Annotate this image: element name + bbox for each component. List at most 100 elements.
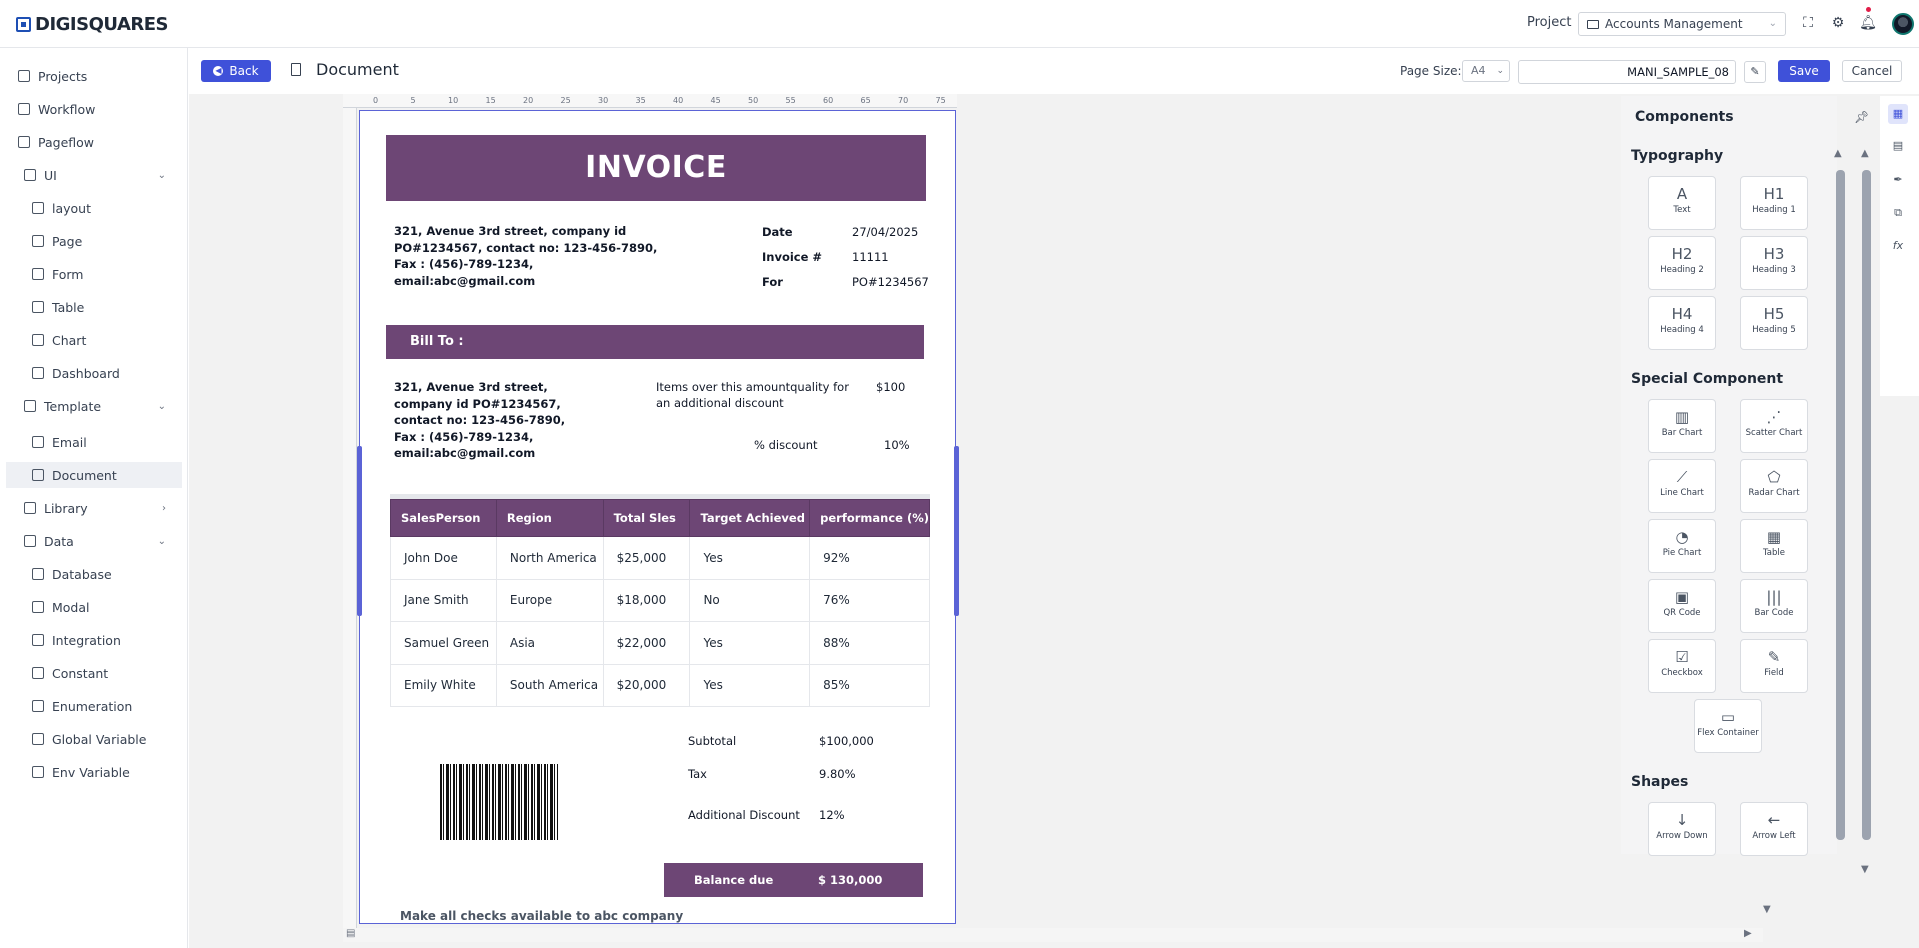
sidebar-item-label: Global Variable xyxy=(52,731,147,747)
table-row[interactable]: John Doe North America $25,000 Yes 92% xyxy=(390,536,930,580)
copy-tab-icon[interactable]: ⧉ xyxy=(1888,203,1908,223)
sidebar-item-integration[interactable]: Integration xyxy=(0,627,188,653)
sidebar-item-table[interactable]: Table xyxy=(0,294,188,320)
panel-scrollbar-thumb-outer[interactable] xyxy=(1862,170,1871,840)
component-qr-code[interactable]: ▣ QR Code xyxy=(1648,579,1716,633)
components-tab-icon[interactable]: ▦ xyxy=(1888,104,1908,124)
table-cell: Yes xyxy=(689,663,811,707)
component-bar-chart[interactable]: ▥ Bar Chart xyxy=(1648,399,1716,453)
discount-note[interactable]: Items over this amountquality for an add… xyxy=(656,379,849,411)
component-line-chart[interactable]: ⟋ Line Chart xyxy=(1648,459,1716,513)
component-arrow-down[interactable]: ↓ Arrow Down xyxy=(1648,802,1716,856)
resize-handle-left[interactable] xyxy=(357,446,362,616)
table-cell: Asia xyxy=(495,621,604,665)
component-heading-4[interactable]: H4 Heading 4 xyxy=(1648,296,1716,350)
sidebar-item-chart[interactable]: Chart xyxy=(0,327,188,353)
component-heading-3[interactable]: H3 Heading 3 xyxy=(1740,236,1808,290)
component-heading-5[interactable]: H5 Heading 5 xyxy=(1740,296,1808,350)
sidebar-item-form[interactable]: Form xyxy=(0,261,188,287)
bill-to-header[interactable]: Bill To : xyxy=(386,325,924,359)
component-flex-container[interactable]: ▭ Flex Container xyxy=(1694,699,1762,753)
scroll-down-icon[interactable]: ▼ xyxy=(1861,864,1869,875)
gear-icon[interactable]: ⚙ xyxy=(1829,14,1847,32)
sidebar-item-layout[interactable]: layout xyxy=(0,195,188,221)
scroll-right-icon[interactable]: ▶ xyxy=(1744,928,1752,939)
sidebar-item-enumeration[interactable]: Enumeration xyxy=(0,693,188,719)
project-select[interactable]: Accounts Management ⌄ xyxy=(1578,12,1786,36)
sidebar-item-modal[interactable]: Modal xyxy=(0,594,188,620)
component-pie-chart[interactable]: ◔ Pie Chart xyxy=(1648,519,1716,573)
document-canvas[interactable]: INVOICE 321, Avenue 3rd street, company … xyxy=(359,110,956,924)
sidebar-item-dashboard[interactable]: Dashboard xyxy=(0,360,188,386)
page-icon xyxy=(32,235,44,247)
table-row[interactable]: Jane Smith Europe $18,000 No 76% xyxy=(390,578,930,622)
section-shapes: Shapes xyxy=(1631,774,1689,790)
sidebar-item-page[interactable]: Page xyxy=(0,228,188,254)
sidebar-item-ui[interactable]: UI ⌄ xyxy=(0,162,188,188)
footer-note[interactable]: Make all checks available to abc company xyxy=(400,909,683,923)
resize-handle-right[interactable] xyxy=(954,446,959,616)
sidebar-item-database[interactable]: Database xyxy=(0,561,188,587)
sidebar-item-workflow[interactable]: Workflow xyxy=(0,96,188,122)
function-tab-icon[interactable]: fx xyxy=(1888,236,1908,256)
horizontal-scrollbar[interactable] xyxy=(343,928,1763,942)
sidebar-item-env-variable[interactable]: Env Variable xyxy=(0,759,188,785)
sidebar-item-global-variable[interactable]: Global Variable xyxy=(0,726,188,752)
cancel-button[interactable]: Cancel xyxy=(1842,60,1902,82)
sidebar-item-data[interactable]: Data ⌄ xyxy=(0,528,188,554)
scroll-up-icon[interactable]: ▲ xyxy=(1861,148,1869,159)
back-button[interactable]: ◀ Back xyxy=(201,60,271,82)
chevron-down-icon: ⌄ xyxy=(157,535,166,547)
component-radar-chart[interactable]: ⬠ Radar Chart xyxy=(1740,459,1808,513)
component-checkbox[interactable]: ☑ Checkbox xyxy=(1648,639,1716,693)
tax-value: 9.80% xyxy=(819,767,856,781)
table-cell: $25,000 xyxy=(602,536,691,580)
table-row[interactable]: Emily White South America $20,000 Yes 85% xyxy=(390,663,930,707)
style-tab-icon[interactable]: ✒ xyxy=(1888,170,1908,190)
component-table[interactable]: ▦ Table xyxy=(1740,519,1808,573)
sidebar-item-projects[interactable]: Projects xyxy=(0,63,188,89)
sidebar-item-library[interactable]: Library › xyxy=(0,495,188,521)
layers-tab-icon[interactable]: ▤ xyxy=(1888,136,1908,156)
component-heading-2[interactable]: H2 Heading 2 xyxy=(1648,236,1716,290)
component-arrow-left[interactable]: ← Arrow Left xyxy=(1740,802,1808,856)
edit-name-button[interactable]: ✎ xyxy=(1744,61,1766,83)
address-line: Fax : (456)-789-1234, xyxy=(394,429,534,444)
scroll-down-icon[interactable]: ▼ xyxy=(1763,904,1771,915)
sidebar-item-document[interactable]: Document xyxy=(6,462,182,488)
from-address[interactable]: 321, Avenue 3rd street, company id PO#12… xyxy=(394,223,657,289)
sidebar-item-pageflow[interactable]: Pageflow xyxy=(0,129,188,155)
component-label: Bar Code xyxy=(1754,608,1794,618)
page-title: Document xyxy=(316,60,399,79)
balance-due-bar[interactable]: Balance due $ 130,000 xyxy=(664,863,923,897)
component-scatter-chart[interactable]: ⋰ Scatter Chart xyxy=(1740,399,1808,453)
scroll-up-icon[interactable]: ▲ xyxy=(1834,148,1842,159)
sidebar-item-constant[interactable]: Constant xyxy=(0,660,188,686)
component-heading-1[interactable]: H1 Heading 1 xyxy=(1740,176,1808,230)
text-icon: A xyxy=(1676,185,1688,203)
fullscreen-icon[interactable]: ⛶ xyxy=(1799,14,1817,32)
document-name-input[interactable] xyxy=(1518,60,1736,84)
ruler-mark: 20 xyxy=(523,96,534,105)
avatar[interactable] xyxy=(1892,13,1914,35)
ruler-mark: 60 xyxy=(823,96,834,105)
sidebar-item-email[interactable]: Email xyxy=(0,429,188,455)
barcode-image[interactable] xyxy=(440,764,558,840)
sidebar-item-template[interactable]: Template ⌄ xyxy=(0,393,188,419)
chevron-down-icon: ⌄ xyxy=(157,169,166,181)
table-row[interactable]: Samuel Green Asia $22,000 Yes 88% xyxy=(390,621,930,665)
save-button[interactable]: Save xyxy=(1778,60,1830,82)
component-field[interactable]: ✎ Field xyxy=(1740,639,1808,693)
bell-icon[interactable]: 🔔︎ xyxy=(1859,14,1877,32)
table-cell: 92% xyxy=(809,536,930,580)
bill-to-address[interactable]: 321, Avenue 3rd street, company id PO#12… xyxy=(394,379,565,462)
brand-logo[interactable]: DIGISQUARES xyxy=(16,14,169,35)
panel-scrollbar-thumb[interactable] xyxy=(1836,170,1845,840)
page-size-select[interactable]: A4 ⌄ xyxy=(1462,60,1510,82)
sales-table[interactable]: SalesPerson Region Total Sles Target Ach… xyxy=(390,499,930,707)
component-text[interactable]: A Text xyxy=(1648,176,1716,230)
component-bar-code[interactable]: ||| Bar Code xyxy=(1740,579,1808,633)
page-size-label: Page Size: xyxy=(1400,64,1462,78)
pin-icon[interactable]: 📌︎ xyxy=(1854,110,1869,124)
invoice-title[interactable]: INVOICE xyxy=(386,135,926,201)
